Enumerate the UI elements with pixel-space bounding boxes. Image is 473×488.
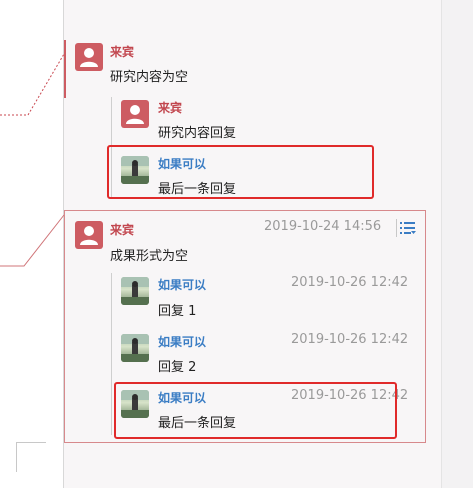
guest-avatar	[75, 43, 103, 71]
highlight-frame	[107, 145, 374, 199]
comment-text: 研究内容为空	[110, 70, 189, 85]
user-avatar	[121, 334, 149, 362]
reply-text: 回复 2	[158, 360, 197, 375]
page-crop-mark	[16, 442, 46, 472]
panel-scroll-gutter[interactable]	[441, 0, 473, 488]
reply-time: 2019-10-26 12:42	[291, 332, 409, 347]
reply-author: 如果可以	[158, 278, 207, 292]
comment-author: 来宾	[110, 223, 135, 237]
list-menu-icon	[396, 219, 416, 237]
reply-author: 如果可以	[158, 335, 207, 349]
person-icon	[126, 105, 144, 124]
reply-text: 回复 1	[158, 304, 197, 319]
photo-avatar	[121, 334, 149, 362]
highlight-frame	[114, 382, 397, 439]
comment-time: 2019-10-24 14:56	[264, 219, 382, 234]
photo-avatar	[121, 277, 149, 305]
comment-text: 成果形式为空	[110, 249, 189, 264]
person-icon	[80, 226, 98, 245]
thread-1-marker	[64, 40, 66, 98]
guest-avatar	[75, 221, 103, 249]
document-area	[0, 0, 64, 488]
reply-text: 研究内容回复	[158, 126, 237, 141]
guest-avatar	[121, 100, 149, 128]
thread-menu-button[interactable]	[396, 219, 416, 237]
reply-time: 2019-10-26 12:42	[291, 275, 409, 290]
comment-author: 来宾	[110, 45, 135, 59]
reply-thread-line	[111, 273, 112, 435]
user-avatar	[121, 277, 149, 305]
reply-author: 来宾	[158, 101, 183, 115]
person-icon	[80, 48, 98, 67]
